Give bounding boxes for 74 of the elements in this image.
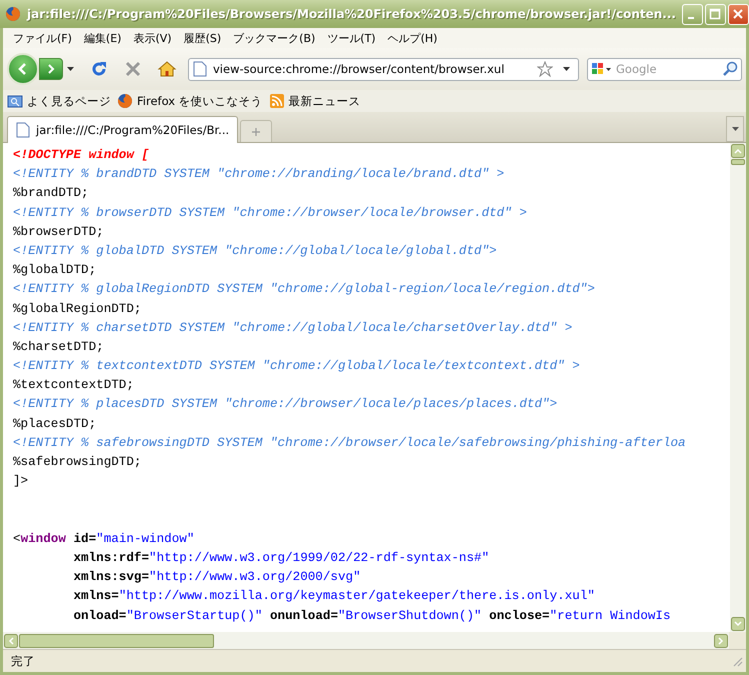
home-icon[interactable] <box>157 59 177 79</box>
bookmark-item[interactable]: Firefox を使いこなそう <box>117 93 263 109</box>
vertical-scrollbar[interactable] <box>730 143 746 632</box>
resize-grip-icon[interactable] <box>731 655 743 667</box>
tab[interactable]: jar:file:///C:/Program%20Files/Br... <box>7 116 238 143</box>
plus-icon <box>251 126 262 136</box>
fox-globe-icon <box>117 93 133 109</box>
menu-item[interactable]: 表示(V) <box>127 30 178 46</box>
url-text: view-source:chrome://browser/content/browser.xul <box>213 62 506 76</box>
code-line: <!ENTITY % placesDTD SYSTEM "chrome://browser/locale/places/places.dtd"> <box>13 396 558 414</box>
close-icon <box>732 8 744 20</box>
maximize-icon <box>709 8 722 20</box>
bookmark-item[interactable]: よく見るページ <box>7 93 111 109</box>
scrollbar-thumb[interactable] <box>19 634 214 648</box>
page-icon <box>193 61 207 77</box>
menu-item[interactable]: ブックマーク(B) <box>227 30 322 46</box>
bookmark-item[interactable]: 最新ニュース <box>268 93 361 109</box>
scroll-down-icon[interactable] <box>731 617 745 631</box>
scrollbar-thumb[interactable] <box>731 159 745 165</box>
address-field[interactable]: view-source:chrome://browser/content/browser.xul <box>188 58 579 80</box>
code-line: <!ENTITY % browserDTD SYSTEM "chrome://browser/locale/browser.dtd" > <box>13 204 528 222</box>
code-line: xmlns:svg="http://www.w3.org/2000/svg" <box>72 569 362 586</box>
dropdown-arrow-icon[interactable] <box>67 67 74 71</box>
search-icon[interactable] <box>722 61 738 77</box>
code-line: <!ENTITY % textcontextDTD SYSTEM "chrome://global/locale/textcontext.dtd" > <box>13 358 581 376</box>
code-line: <!ENTITY % globalRegionDTD SYSTEM "chrome://global-region/locale/region.dtd"> <box>13 281 596 298</box>
code-line: %safebrowsingDTD; <box>13 454 142 471</box>
scrollbar-corner <box>729 632 746 649</box>
scroll-right-icon[interactable] <box>714 634 728 648</box>
search-bar[interactable]: Google <box>587 58 742 80</box>
back-button[interactable] <box>7 53 39 85</box>
code-line: ]> <box>13 473 30 490</box>
code-line: <!ENTITY % safebrowsingDTD SYSTEM "chrome://browser/locale/safebrowsing/phishing-afterloa <box>13 434 687 452</box>
code-line: <!ENTITY % charsetDTD SYSTEM "chrome://global/locale/charsetOverlay.dtd" > <box>13 320 574 337</box>
code-line: %globalRegionDTD; <box>13 300 142 318</box>
code-line: %charsetDTD; <box>13 338 105 356</box>
scroll-up-icon[interactable] <box>731 144 745 158</box>
code-line: %placesDTD; <box>13 416 98 433</box>
dropdown-arrow-icon[interactable] <box>563 67 570 71</box>
search-engine-icon[interactable] <box>591 61 613 77</box>
folder-icon <box>7 93 23 109</box>
fox-globe-icon <box>5 6 21 22</box>
code-line: %globalDTD; <box>13 262 98 280</box>
horizontal-scrollbar[interactable] <box>3 632 729 649</box>
stop-icon[interactable] <box>123 59 143 79</box>
menu-item[interactable]: ヘルプ(H) <box>382 30 444 46</box>
minimize-icon <box>688 17 694 19</box>
star-icon[interactable] <box>537 61 553 77</box>
menu-item[interactable]: 編集(E) <box>78 30 128 46</box>
code-line: <window id="main-window" <box>13 530 196 548</box>
code-line: %textcontextDTD; <box>13 377 135 394</box>
code-line: <!ENTITY % globalDTD SYSTEM "chrome://global/locale/global.dtd"> <box>13 242 498 260</box>
minimize-button[interactable] <box>682 4 703 24</box>
code-line: <!ENTITY % brandDTD SYSTEM "chrome://branding/locale/brand.dtd" > <box>13 166 506 184</box>
scroll-left-icon[interactable] <box>4 634 18 648</box>
feed-icon <box>268 93 285 109</box>
code-line: %brandDTD; <box>13 185 90 202</box>
status-text: 完了 <box>11 654 36 668</box>
new-tab-button[interactable] <box>240 120 272 142</box>
forward-button[interactable] <box>39 58 63 80</box>
tab-list-button[interactable] <box>726 116 744 142</box>
window-title: jar:file:///C:/Program%20Files/Browsers/Mozilla%20Firefox%203.5/chrome/browser.jar!/conten... <box>27 7 676 21</box>
close-button[interactable] <box>728 4 749 24</box>
menu-item[interactable]: 履歴(S) <box>178 30 228 46</box>
code-line: xmlns:rdf="http://www.w3.org/1999/02/22-rdf-syntax-ns#" <box>72 550 490 567</box>
caret-icon <box>732 127 738 131</box>
maximize-button[interactable] <box>704 4 726 24</box>
code-line: <!DOCTYPE window [ <box>13 147 150 164</box>
page-icon <box>16 122 30 138</box>
code-line: %browserDTD; <box>13 224 105 241</box>
menu-item[interactable]: ファイル(F) <box>7 30 78 46</box>
menu-item[interactable]: ツール(T) <box>321 30 382 46</box>
code-line: onload="BrowserStartup()" onunload="BrowserShutdown()" onclose="return WindowIs <box>72 608 672 624</box>
code-line: xmlns="http://www.mozilla.org/keymaster/gatekeeper/there.is.only.xul" <box>72 588 596 606</box>
